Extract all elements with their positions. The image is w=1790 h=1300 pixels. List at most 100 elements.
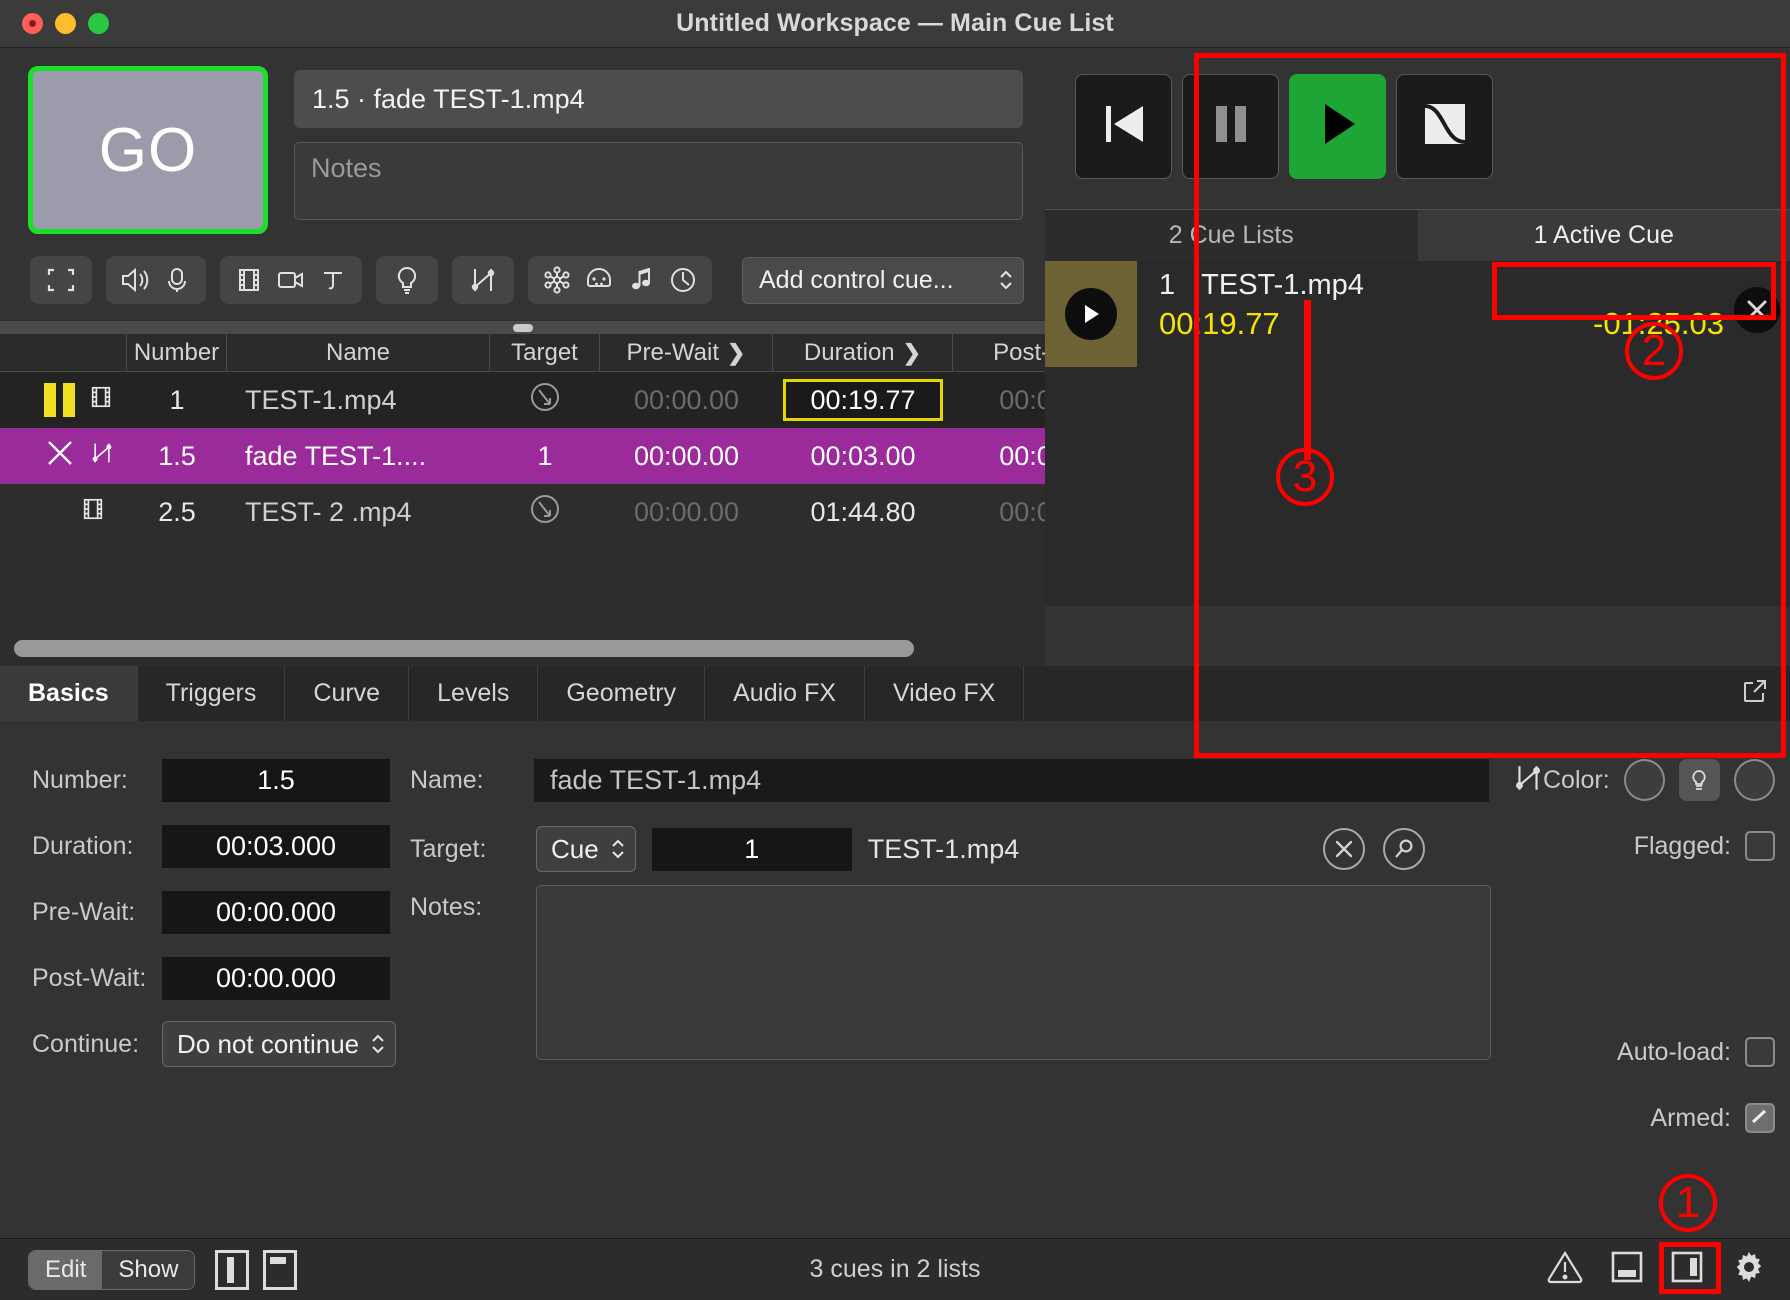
tab-curve[interactable]: Curve [285, 666, 410, 721]
table-row[interactable]: 1.5 fade TEST-1.... 1 00:00.00 00:03.00 … [0, 428, 1045, 484]
row-status-cell [0, 372, 127, 428]
tab-video-fx[interactable]: Video FX [864, 666, 1025, 721]
group-cue-icon [42, 263, 80, 297]
fade-cue-button[interactable] [452, 256, 514, 304]
duration-input[interactable]: 00:03.000 [162, 824, 390, 868]
video-cue-icon [89, 384, 113, 417]
pane-split-handle[interactable] [0, 320, 1045, 334]
color-swatch-none[interactable] [1623, 759, 1665, 801]
tab-audio-fx[interactable]: Audio FX [705, 666, 865, 721]
autoload-checkbox[interactable] [1745, 1037, 1775, 1067]
inspector-right-icon[interactable] [1670, 1249, 1704, 1290]
audio-cue-icon [116, 263, 154, 297]
sidebar-top-icon[interactable] [263, 1249, 298, 1290]
gear-icon[interactable] [1730, 1248, 1768, 1291]
go-button[interactable]: GO [28, 66, 268, 234]
column-header-postwait[interactable]: Post-W [953, 334, 1045, 371]
active-cues-list: 1 TEST-1.mp4 00:19.77 -01:25.03 [1045, 261, 1790, 606]
minimize-window-button[interactable] [55, 13, 76, 34]
stop-all-button[interactable] [1075, 74, 1172, 179]
inspector-left-fields: Number: 1.5 Duration: 00:03.000 Pre-Wait… [0, 747, 400, 1238]
traffic-lights [0, 13, 109, 34]
inspector-right-fields: Color: Flagged: Auto-load: Armed: [1543, 747, 1790, 1238]
play-icon [1315, 97, 1361, 156]
inspector-bottom-icon[interactable] [1610, 1249, 1644, 1290]
chevron-updown-icon [370, 1032, 386, 1056]
tab-basics[interactable]: Basics [0, 666, 138, 721]
name-input[interactable]: fade TEST-1.mp4 [534, 758, 1489, 802]
audio-cue-group[interactable] [106, 256, 206, 304]
active-cue-stop-button[interactable] [1734, 287, 1780, 333]
add-control-cue-label: Add control cue... [759, 265, 954, 294]
add-control-cue-dropdown[interactable]: Add control cue... [742, 256, 1024, 304]
active-cue-name: TEST-1.mp4 [1201, 269, 1364, 301]
row-status-cell [0, 484, 127, 540]
target-number-input[interactable]: 1 [651, 827, 852, 871]
field-color: Color: [1543, 747, 1775, 813]
warning-icon[interactable] [1546, 1249, 1584, 1290]
horizontal-scrollbar[interactable] [14, 640, 914, 657]
name-label: Name: [410, 765, 484, 794]
fade-cue-icon [1513, 762, 1543, 799]
mode-show-button[interactable]: Show [102, 1250, 195, 1289]
pause-all-button[interactable] [1182, 74, 1279, 179]
inspector-body: Number: 1.5 Duration: 00:03.000 Pre-Wait… [0, 721, 1790, 1238]
row-prewait: 00:00.00 [633, 384, 740, 415]
light-cue-button[interactable] [376, 256, 438, 304]
fade-cue-icon [464, 263, 502, 297]
autoload-label: Auto-load: [1617, 1037, 1731, 1066]
continue-select[interactable]: Do not continue [162, 1021, 397, 1067]
mode-edit-button[interactable]: Edit [29, 1250, 103, 1289]
titlebar: Untitled Workspace — Main Cue List [0, 0, 1790, 48]
color-swatch-light[interactable] [1678, 759, 1720, 801]
tab-geometry[interactable]: Geometry [538, 666, 706, 721]
auto-continue-icon [528, 380, 562, 421]
flagged-checkbox[interactable] [1745, 831, 1775, 861]
transport-controls [1045, 48, 1790, 179]
text-cue-icon [314, 263, 352, 297]
current-cue-title: 1.5 · fade TEST-1.mp4 [294, 70, 1023, 128]
target-type-select[interactable]: Cue [536, 826, 636, 872]
video-cue-group[interactable] [220, 256, 362, 304]
tab-active-cues[interactable]: 1 Active Cue [1417, 209, 1790, 261]
row-prewait: 00:00.00 [633, 440, 740, 471]
popout-inspector-button[interactable] [1742, 666, 1790, 721]
control-cue-group[interactable] [528, 256, 712, 304]
tab-levels[interactable]: Levels [409, 666, 539, 721]
active-cue-number: 1 [1159, 269, 1176, 301]
number-input[interactable]: 1.5 [162, 758, 390, 802]
close-window-button[interactable] [22, 13, 43, 34]
tab-triggers[interactable]: Triggers [137, 666, 286, 721]
field-prewait: Pre-Wait: 00:00.000 [32, 879, 400, 945]
play-icon[interactable] [1065, 288, 1117, 340]
row-duration: 00:03.00 [810, 440, 916, 471]
table-row[interactable]: 2.5 TEST- 2 .mp4 00:00.00 01:44.80 00:00 [0, 484, 1045, 540]
armed-checkbox[interactable] [1745, 1103, 1775, 1133]
postwait-input[interactable]: 00:00.000 [162, 956, 390, 1000]
column-header-number[interactable]: Number [127, 334, 227, 371]
column-header-duration[interactable]: Duration ❯ [773, 334, 953, 371]
chevron-right-icon: ❯ [727, 339, 746, 365]
group-cue-button[interactable] [30, 256, 92, 304]
sidebar-left-icon[interactable] [215, 1249, 250, 1290]
tab-cue-lists[interactable]: 2 Cue Lists [1045, 209, 1418, 261]
resume-all-button[interactable] [1289, 74, 1386, 179]
prewait-input[interactable]: 00:00.000 [162, 890, 390, 934]
window-title: Untitled Workspace — Main Cue List [676, 9, 1114, 37]
column-header-target[interactable]: Target [490, 334, 600, 371]
color-swatch-dark[interactable] [1733, 759, 1775, 801]
fade-all-button[interactable] [1396, 74, 1493, 179]
column-header-name[interactable]: Name [227, 334, 490, 371]
auto-continue-icon [528, 492, 562, 533]
find-target-button[interactable] [1383, 828, 1425, 870]
column-header-prewait[interactable]: Pre-Wait ❯ [600, 334, 773, 371]
notes-field[interactable]: Notes [294, 142, 1023, 220]
annotation-number-3: 3 [1276, 448, 1334, 506]
notes-textarea[interactable] [536, 885, 1491, 1060]
zoom-window-button[interactable] [88, 13, 109, 34]
fade-curve-icon [1418, 97, 1472, 156]
clear-target-button[interactable] [1323, 828, 1365, 870]
column-header-status[interactable] [0, 334, 127, 371]
annotation-number-2: 2 [1625, 322, 1683, 380]
table-row[interactable]: 1 TEST-1.mp4 00:00.00 00:19.77 00:00 [0, 372, 1045, 428]
